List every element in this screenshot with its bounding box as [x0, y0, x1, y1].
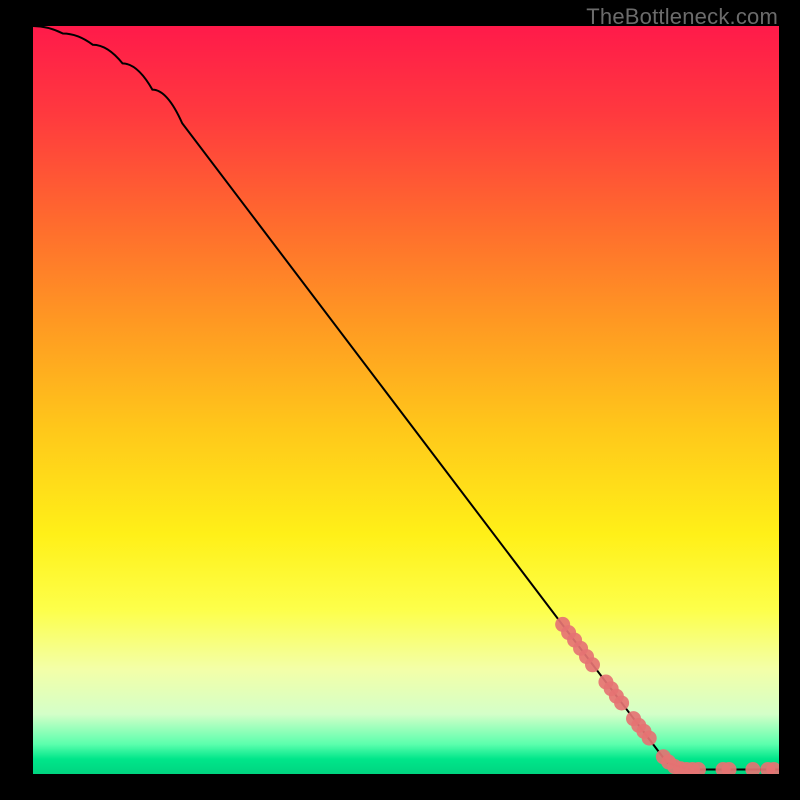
data-marker [585, 657, 600, 672]
chart-overlay [33, 26, 779, 774]
data-marker [642, 731, 657, 746]
data-marker [614, 695, 629, 710]
data-marker [745, 762, 760, 774]
curve-path [33, 26, 779, 770]
data-markers [555, 617, 779, 774]
plot-area [33, 26, 779, 774]
attribution-text: TheBottleneck.com [586, 4, 778, 30]
chart-frame: TheBottleneck.com [0, 0, 800, 800]
bottleneck-curve [33, 26, 779, 770]
